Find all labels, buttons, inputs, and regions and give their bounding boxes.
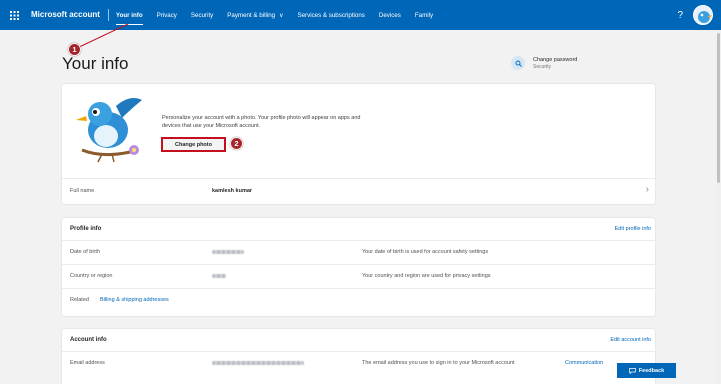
change-password-link[interactable]: Change password Security	[511, 56, 577, 70]
app-launcher-icon[interactable]	[0, 0, 28, 30]
full-name-label: Full name	[70, 188, 95, 194]
feedback-label: Feedback	[638, 367, 665, 374]
nav-payment-billing-label: Payment & billing	[227, 11, 276, 19]
billing-shipping-link[interactable]: Billing & shipping addresses	[100, 297, 169, 303]
top-navigation-bar: Microsoft account Your info Privacy Secu…	[0, 0, 721, 30]
nav-family[interactable]: Family	[408, 0, 440, 30]
search-icon	[511, 56, 525, 70]
account-info-card: Account info Edit account info Email add…	[62, 329, 655, 384]
annotation-badge-2: 2	[230, 137, 243, 150]
edit-account-info-link[interactable]: Edit account info	[610, 337, 651, 343]
nav-devices[interactable]: Devices	[372, 0, 408, 30]
help-icon[interactable]: ?	[677, 0, 683, 30]
country-region-note: Your country and region are used for pri…	[362, 273, 491, 279]
country-region-value-redacted	[212, 274, 226, 278]
divider	[62, 351, 655, 352]
chevron-down-icon: ∨	[279, 12, 284, 19]
change-photo-button[interactable]: Change photo	[161, 137, 226, 152]
divider	[62, 288, 655, 289]
page-title: Your info	[62, 54, 129, 73]
nav-services-subscriptions[interactable]: Services & subscriptions	[290, 0, 371, 30]
email-address-label: Email address	[70, 360, 105, 366]
brand-microsoft-account[interactable]: Microsoft account	[28, 9, 109, 21]
photo-description: Personalize your account with a photo. Y…	[162, 115, 361, 129]
feedback-button[interactable]: Feedback	[617, 363, 676, 378]
main-nav: Your info Privacy Security Payment & bil…	[109, 0, 440, 30]
profile-photo-card: Personalize your account with a photo. Y…	[62, 84, 655, 204]
nav-privacy[interactable]: Privacy	[150, 0, 184, 30]
date-of-birth-note: Your date of birth is used for account s…	[362, 249, 489, 255]
profile-photo	[72, 92, 150, 164]
related-label: Related	[70, 297, 89, 303]
country-region-label: Country or region	[70, 273, 113, 279]
edit-profile-info-link[interactable]: Edit profile info	[615, 226, 651, 232]
chat-icon	[628, 367, 636, 374]
nav-payment-billing[interactable]: Payment & billing ∨	[220, 0, 290, 30]
profile-info-card: Profile info Edit profile info Date of b…	[62, 218, 655, 316]
account-info-heading: Account info	[70, 337, 107, 343]
nav-security[interactable]: Security	[184, 0, 220, 30]
email-address-value-redacted	[212, 361, 304, 365]
change-password-sublabel: Security	[533, 63, 552, 70]
email-note: The email address you use to sign in to …	[362, 360, 515, 366]
nav-your-info[interactable]: Your info	[109, 0, 150, 30]
divider	[62, 240, 655, 241]
profile-info-heading: Profile info	[70, 226, 102, 232]
date-of-birth-label: Date of birth	[70, 249, 100, 255]
date-of-birth-value-redacted	[212, 250, 244, 254]
full-name-value: kamlesh kumar	[212, 188, 253, 194]
change-password-label: Change password	[533, 56, 578, 63]
chevron-right-icon[interactable]: ›	[646, 184, 649, 195]
scrollbar-thumb[interactable]	[717, 33, 720, 183]
communication-link[interactable]: Communication	[565, 360, 603, 366]
divider	[62, 264, 655, 265]
account-avatar[interactable]	[693, 5, 713, 25]
divider	[62, 178, 655, 179]
page-scrollbar[interactable]	[716, 30, 721, 384]
